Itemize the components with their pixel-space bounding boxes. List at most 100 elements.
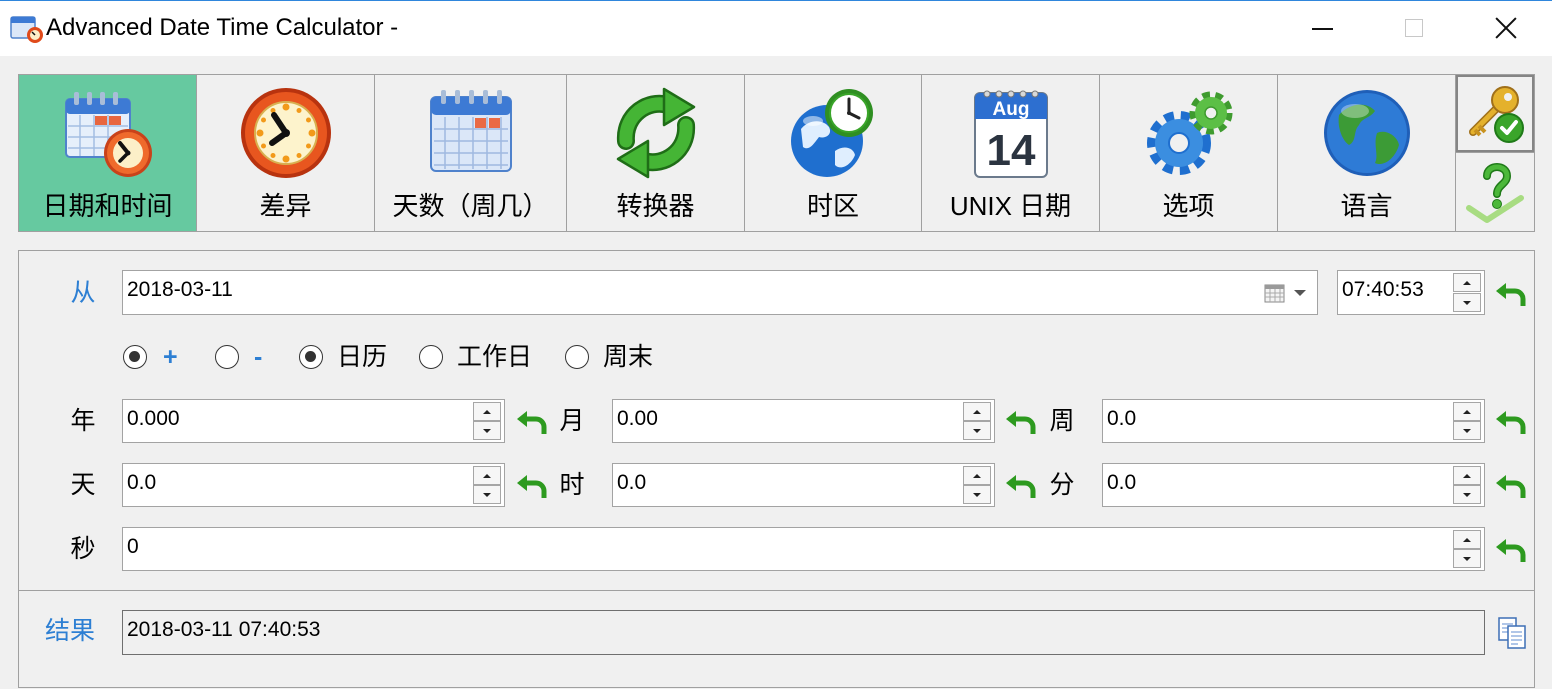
week-input[interactable] [1103, 400, 1484, 442]
tab-date-and-time[interactable]: 日期和时间 [19, 75, 197, 231]
help-button[interactable] [1456, 152, 1534, 231]
year-down-button[interactable] [473, 421, 501, 440]
year-label: 年 [70, 407, 96, 435]
icon-day-text: 14 [986, 126, 1035, 175]
day-up-button[interactable] [473, 466, 501, 485]
calendar-days-label: 日历 [337, 343, 388, 371]
tab-options[interactable]: 选项 [1100, 75, 1278, 231]
minimize-icon [1312, 28, 1333, 30]
minute-label: 分 [1049, 471, 1075, 499]
day-field [122, 463, 505, 507]
tab-converter[interactable]: 转换器 [567, 75, 745, 231]
tab-difference[interactable]: 差异 [197, 75, 375, 231]
chevron-up-icon [1463, 280, 1471, 285]
close-button[interactable] [1460, 1, 1552, 56]
key-check-icon [1469, 85, 1524, 143]
minute-up-button[interactable] [1453, 466, 1481, 485]
alarm-clock-icon [240, 88, 331, 178]
hour-input[interactable] [613, 464, 994, 506]
tab-days-weekday[interactable]: 天数（周几） [375, 75, 567, 231]
copy-icon[interactable] [1497, 616, 1527, 650]
tab-label: 差异 [259, 191, 312, 221]
from-reset-button[interactable] [1495, 278, 1529, 308]
tab-label: 日期和时间 [42, 191, 173, 221]
second-down-button[interactable] [1453, 549, 1481, 568]
help-icon [1466, 163, 1524, 223]
minute-input[interactable] [1103, 464, 1484, 506]
day-reset-button[interactable] [516, 470, 550, 500]
time-down-button[interactable] [1453, 293, 1481, 312]
tab-language[interactable]: 语言 [1278, 75, 1456, 231]
chevron-down-icon [483, 428, 491, 433]
year-field [122, 399, 505, 443]
weekends-radio[interactable] [565, 345, 589, 369]
maximize-button[interactable] [1368, 1, 1460, 56]
convert-arrows-icon [616, 87, 695, 179]
tab-label: UNIX 日期 [949, 191, 1072, 221]
gears-icon [1146, 91, 1232, 175]
chevron-up-icon [1463, 409, 1471, 414]
second-input[interactable] [123, 528, 1484, 570]
minus-label: - [254, 343, 263, 371]
workdays-radio[interactable] [419, 345, 443, 369]
year-reset-button[interactable] [516, 406, 550, 436]
chevron-down-icon [1463, 492, 1471, 497]
time-up-button[interactable] [1453, 273, 1481, 292]
month-input[interactable] [613, 400, 994, 442]
result-divider [19, 590, 1534, 591]
year-input[interactable] [123, 400, 504, 442]
month-up-button[interactable] [963, 402, 991, 421]
globe-clock-icon [791, 89, 873, 177]
radio-dot [129, 351, 140, 362]
minimize-button[interactable] [1276, 1, 1368, 56]
month-label: 月 [559, 407, 585, 435]
week-reset-button[interactable] [1495, 406, 1529, 436]
month-reset-button[interactable] [1005, 406, 1039, 436]
from-date-field [122, 270, 1318, 315]
second-label: 秒 [70, 535, 96, 563]
tab-time-zone[interactable]: 时区 [745, 75, 922, 231]
icon-month-text: Aug [992, 99, 1029, 120]
hour-reset-button[interactable] [1005, 470, 1039, 500]
minute-down-button[interactable] [1453, 485, 1481, 504]
weekends-label: 周末 [603, 343, 654, 371]
result-label: 结果 [44, 617, 95, 645]
chevron-up-icon [973, 473, 981, 478]
result-value [123, 611, 1484, 654]
week-up-button[interactable] [1453, 402, 1481, 421]
day-input[interactable] [123, 464, 504, 506]
day-label: 天 [70, 471, 96, 499]
chevron-up-icon [483, 473, 491, 478]
week-down-button[interactable] [1453, 421, 1481, 440]
plus-radio[interactable] [123, 345, 147, 369]
close-icon [1495, 17, 1517, 39]
calendar-dropdown-icon[interactable] [1264, 283, 1286, 303]
year-up-button[interactable] [473, 402, 501, 421]
chevron-down-icon [1463, 556, 1471, 561]
calendar-clock-app-icon [10, 16, 43, 43]
hour-down-button[interactable] [963, 485, 991, 504]
chevron-down-icon [1463, 300, 1471, 305]
tab-label: 语言 [1340, 191, 1393, 221]
from-date-input[interactable] [123, 271, 1317, 314]
second-reset-button[interactable] [1495, 534, 1529, 564]
month-down-button[interactable] [963, 421, 991, 440]
chevron-down-icon [973, 492, 981, 497]
from-time-field [1337, 270, 1485, 315]
toolbar: 日期和时间 差异 天数（周几） 转换器 时区 Aug 14 UNIX 日期 选项… [18, 74, 1535, 232]
chevron-down-icon [483, 492, 491, 497]
minute-reset-button[interactable] [1495, 470, 1529, 500]
date-dropdown-button[interactable] [1292, 284, 1308, 302]
tab-unix-date[interactable]: Aug 14 UNIX 日期 [922, 75, 1100, 231]
plus-label: + [163, 343, 178, 371]
week-field [1102, 399, 1485, 443]
chevron-down-icon [1463, 428, 1471, 433]
hour-up-button[interactable] [963, 466, 991, 485]
tab-label: 转换器 [616, 191, 695, 221]
day-down-button[interactable] [473, 485, 501, 504]
register-button[interactable] [1456, 75, 1534, 152]
tab-label: 天数（周几） [392, 191, 549, 221]
minus-radio[interactable] [215, 345, 239, 369]
calendar-days-radio[interactable] [299, 345, 323, 369]
second-up-button[interactable] [1453, 530, 1481, 549]
